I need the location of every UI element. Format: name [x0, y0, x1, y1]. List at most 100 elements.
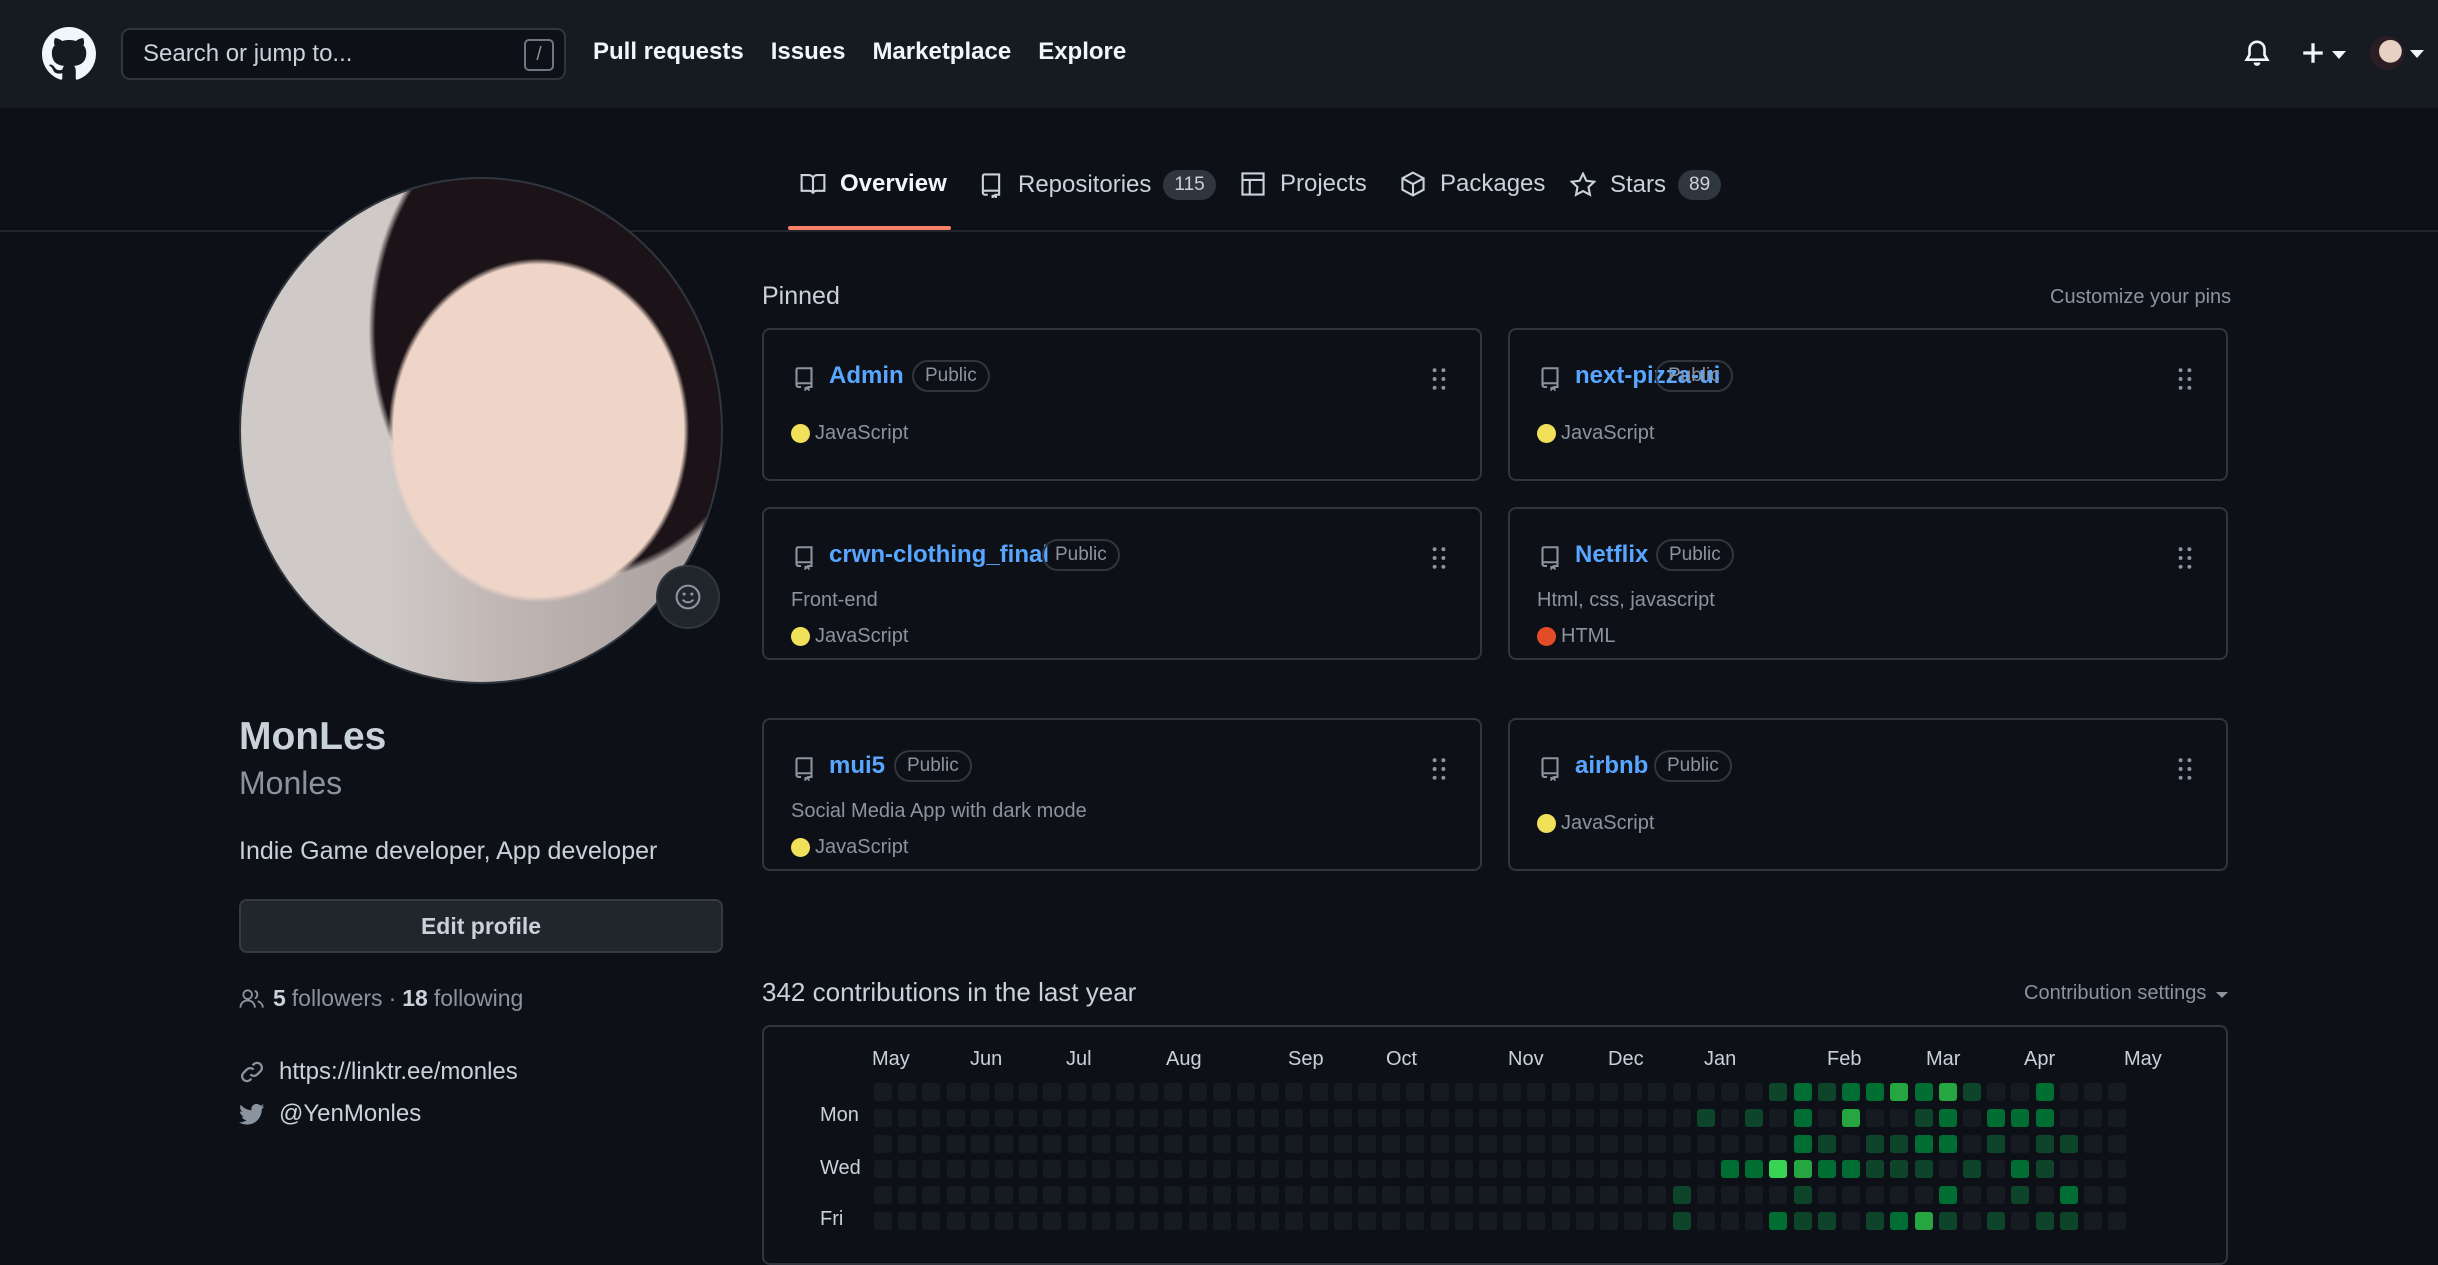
drag-handle-icon[interactable]: [2178, 547, 2192, 569]
contribution-day-cell[interactable]: [1817, 1108, 1836, 1127]
contribution-day-cell[interactable]: [1140, 1186, 1159, 1205]
website-url[interactable]: https://linktr.ee/monles: [279, 1058, 518, 1086]
contribution-day-cell[interactable]: [922, 1160, 941, 1179]
contribution-day-cell[interactable]: [874, 1160, 892, 1179]
contribution-day-cell[interactable]: [1430, 1160, 1449, 1179]
contribution-day-cell[interactable]: [1237, 1212, 1255, 1230]
contribution-day-cell[interactable]: [1164, 1160, 1183, 1179]
contribution-day-cell[interactable]: [2011, 1212, 2030, 1230]
contribution-day-cell[interactable]: [2035, 1212, 2054, 1230]
drag-handle-icon[interactable]: [2178, 758, 2192, 780]
contribution-day-cell[interactable]: [1696, 1186, 1715, 1205]
contribution-day-cell[interactable]: [1382, 1083, 1401, 1101]
contribution-day-cell[interactable]: [2084, 1083, 2102, 1101]
contribution-day-cell[interactable]: [2108, 1160, 2127, 1179]
contribution-day-cell[interactable]: [1261, 1134, 1280, 1153]
contribution-day-cell[interactable]: [1212, 1186, 1231, 1205]
contribution-day-cell[interactable]: [1551, 1212, 1570, 1230]
contribution-day-cell[interactable]: [1938, 1160, 1957, 1179]
contribution-day-cell[interactable]: [1866, 1186, 1885, 1205]
contribution-day-cell[interactable]: [1406, 1186, 1425, 1205]
contribution-day-cell[interactable]: [1600, 1083, 1618, 1101]
contribution-day-cell[interactable]: [1067, 1083, 1086, 1101]
contribution-day-cell[interactable]: [1406, 1134, 1425, 1153]
contribution-day-cell[interactable]: [1624, 1160, 1643, 1179]
contribution-day-cell[interactable]: [1358, 1108, 1376, 1127]
contribution-day-cell[interactable]: [1285, 1186, 1304, 1205]
contribution-day-cell[interactable]: [1043, 1083, 1062, 1101]
profile-avatar[interactable]: [239, 177, 723, 684]
contribution-day-cell[interactable]: [970, 1108, 989, 1127]
contribution-day-cell[interactable]: [1575, 1186, 1594, 1205]
contribution-day-cell[interactable]: [1454, 1160, 1473, 1179]
contribution-day-cell[interactable]: [1043, 1134, 1062, 1153]
contribution-day-cell[interactable]: [1600, 1212, 1618, 1230]
contribution-day-cell[interactable]: [995, 1134, 1013, 1153]
contribution-day-cell[interactable]: [1769, 1108, 1788, 1127]
contribution-day-cell[interactable]: [2108, 1186, 2127, 1205]
contribution-day-cell[interactable]: [874, 1134, 892, 1153]
contribution-day-cell[interactable]: [922, 1212, 941, 1230]
contribution-day-cell[interactable]: [1648, 1186, 1667, 1205]
contribution-day-cell[interactable]: [1696, 1160, 1715, 1179]
contribution-day-cell[interactable]: [1987, 1083, 2006, 1101]
contribution-day-cell[interactable]: [1745, 1083, 1764, 1101]
drag-handle-icon[interactable]: [1432, 758, 1446, 780]
contribution-day-cell[interactable]: [1430, 1186, 1449, 1205]
contribution-day-cell[interactable]: [1382, 1186, 1401, 1205]
contribution-day-cell[interactable]: [970, 1212, 989, 1230]
contribution-day-cell[interactable]: [946, 1134, 965, 1153]
drag-handle-icon[interactable]: [1432, 547, 1446, 569]
contribution-day-cell[interactable]: [1091, 1212, 1110, 1230]
contribution-day-cell[interactable]: [1793, 1186, 1812, 1205]
contribution-day-cell[interactable]: [1890, 1160, 1909, 1179]
contribution-day-cell[interactable]: [1503, 1186, 1522, 1205]
contribution-day-cell[interactable]: [1140, 1212, 1159, 1230]
contribution-day-cell[interactable]: [1938, 1186, 1957, 1205]
tab-packages[interactable]: Packages: [1400, 170, 1545, 198]
contribution-day-cell[interactable]: [1091, 1160, 1110, 1179]
contribution-day-cell[interactable]: [1503, 1083, 1522, 1101]
contribution-day-cell[interactable]: [1261, 1186, 1280, 1205]
tab-stars[interactable]: Stars 89: [1570, 170, 1722, 200]
contribution-day-cell[interactable]: [1817, 1186, 1836, 1205]
contribution-day-cell[interactable]: [1551, 1186, 1570, 1205]
contribution-day-cell[interactable]: [1503, 1108, 1522, 1127]
contribution-day-cell[interactable]: [1309, 1212, 1328, 1230]
contribution-day-cell[interactable]: [1261, 1108, 1280, 1127]
website-link[interactable]: https://linktr.ee/monles: [239, 1058, 518, 1086]
contribution-day-cell[interactable]: [1067, 1160, 1086, 1179]
contribution-day-cell[interactable]: [1963, 1134, 1981, 1153]
contribution-day-cell[interactable]: [1019, 1160, 1038, 1179]
contribution-day-cell[interactable]: [1600, 1108, 1618, 1127]
contribution-day-cell[interactable]: [1454, 1108, 1473, 1127]
contribution-day-cell[interactable]: [1333, 1212, 1352, 1230]
contribution-day-cell[interactable]: [1479, 1108, 1497, 1127]
contribution-day-cell[interactable]: [1454, 1083, 1473, 1101]
contribution-day-cell[interactable]: [1648, 1083, 1667, 1101]
contribution-day-cell[interactable]: [1430, 1134, 1449, 1153]
contribution-day-cell[interactable]: [1672, 1134, 1691, 1153]
contribution-day-cell[interactable]: [1237, 1160, 1255, 1179]
contribution-day-cell[interactable]: [1963, 1108, 1981, 1127]
contribution-day-cell[interactable]: [1648, 1134, 1667, 1153]
contribution-day-cell[interactable]: [1188, 1212, 1207, 1230]
contribution-day-cell[interactable]: [2011, 1108, 2030, 1127]
contribution-day-cell[interactable]: [1406, 1108, 1425, 1127]
pinned-repo-name[interactable]: mui5: [829, 752, 885, 780]
contribution-day-cell[interactable]: [1358, 1186, 1376, 1205]
contribution-day-cell[interactable]: [970, 1134, 989, 1153]
contribution-day-cell[interactable]: [1745, 1134, 1764, 1153]
contribution-day-cell[interactable]: [1067, 1134, 1086, 1153]
pinned-repo-name[interactable]: airbnb: [1575, 752, 1648, 780]
contribution-day-cell[interactable]: [1333, 1186, 1352, 1205]
contribution-day-cell[interactable]: [2059, 1134, 2078, 1153]
contribution-day-cell[interactable]: [1672, 1108, 1691, 1127]
contribution-day-cell[interactable]: [1188, 1160, 1207, 1179]
contribution-day-cell[interactable]: [1019, 1083, 1038, 1101]
tab-repositories[interactable]: Repositories 115: [978, 170, 1216, 200]
contribution-day-cell[interactable]: [898, 1134, 917, 1153]
contribution-day-cell[interactable]: [1963, 1160, 1981, 1179]
contribution-day-cell[interactable]: [2035, 1186, 2054, 1205]
contribution-day-cell[interactable]: [1551, 1108, 1570, 1127]
